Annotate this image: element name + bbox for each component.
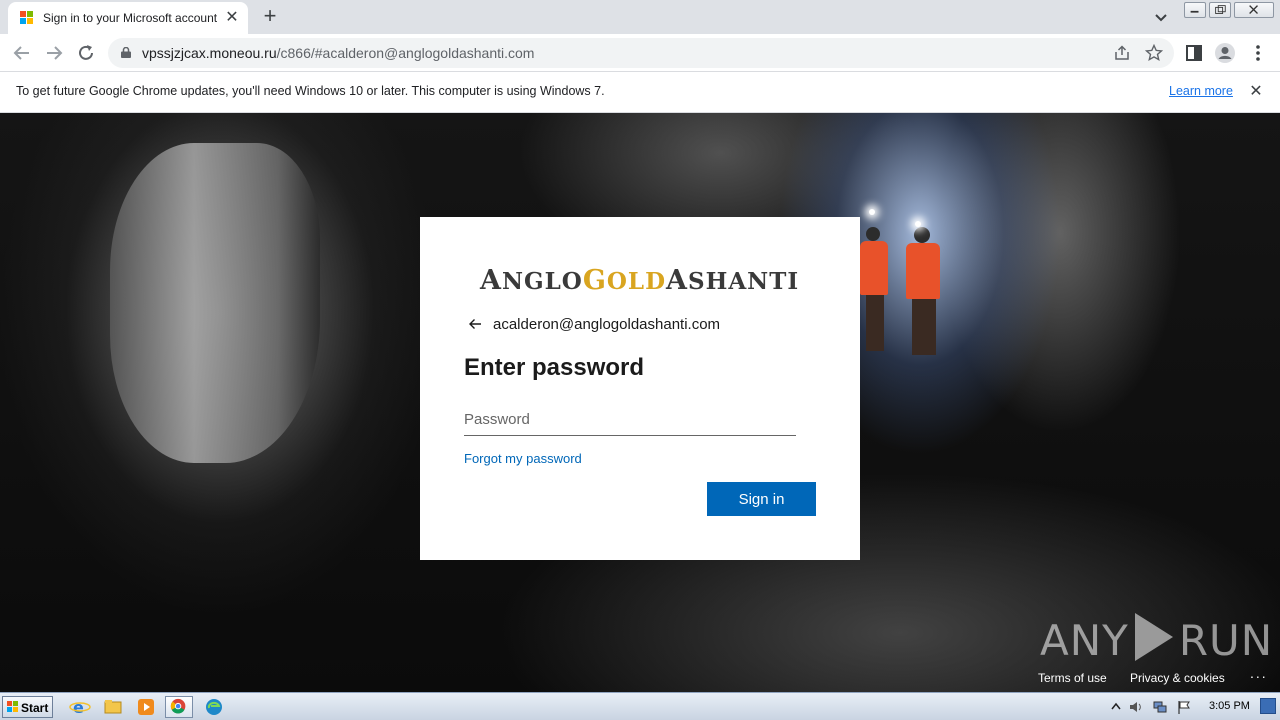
tab-strip: Sign in to your Microsoft account ✕ + xyxy=(0,0,1280,34)
play-triangle-icon xyxy=(1134,613,1173,661)
start-label: Start xyxy=(21,701,49,715)
windows-logo-icon xyxy=(7,701,19,713)
address-bar[interactable]: vpssjzjcax.moneou.ru/c866/#acalderon@ang… xyxy=(108,38,1174,68)
infobar-message: To get future Google Chrome updates, you… xyxy=(16,84,605,98)
microsoft-logo-icon xyxy=(20,11,34,25)
back-icon[interactable] xyxy=(10,41,34,65)
tab-search-icon[interactable] xyxy=(1150,6,1172,28)
privacy-cookies-link[interactable]: Privacy & cookies xyxy=(1130,671,1225,685)
terms-of-use-link[interactable]: Terms of use xyxy=(1038,671,1107,685)
network-icon[interactable] xyxy=(1152,699,1168,715)
page-title: Enter password xyxy=(464,354,645,381)
more-options-button[interactable]: ... xyxy=(1250,665,1268,681)
side-panel-icon[interactable] xyxy=(1183,42,1205,64)
tab-title: Sign in to your Microsoft account xyxy=(43,11,218,25)
miner-figure xyxy=(858,209,898,363)
sign-in-button[interactable]: Sign in xyxy=(707,482,816,516)
share-icon[interactable] xyxy=(1113,44,1131,62)
forward-icon[interactable] xyxy=(42,41,66,65)
volume-icon[interactable] xyxy=(1128,699,1144,715)
update-infobar: To get future Google Chrome updates, you… xyxy=(0,72,1280,113)
window-close-button[interactable] xyxy=(1234,2,1274,18)
account-identity: acalderon@anglogoldashanti.com xyxy=(493,316,721,333)
chrome-icon[interactable] xyxy=(165,696,193,718)
edge-icon[interactable] xyxy=(200,696,228,718)
learn-more-link[interactable]: Learn more xyxy=(1169,84,1233,98)
svg-text:e: e xyxy=(73,698,84,717)
file-explorer-icon[interactable] xyxy=(99,696,127,718)
miner-figure xyxy=(900,213,960,363)
anyrun-watermark: ANY RUN xyxy=(1040,613,1273,665)
password-field[interactable] xyxy=(464,404,796,436)
start-button[interactable]: Start xyxy=(2,696,53,718)
url-path: /c866/#acalderon@anglogoldashanti.com xyxy=(276,45,535,61)
action-center-flag-icon[interactable] xyxy=(1176,699,1192,715)
new-tab-button[interactable]: + xyxy=(258,4,282,28)
back-arrow-icon[interactable] xyxy=(466,315,484,333)
bookmark-star-icon[interactable] xyxy=(1145,44,1163,62)
reload-icon[interactable] xyxy=(74,41,98,65)
page-background: ANGLOGOLDASHANTI acalderon@anglogoldasha… xyxy=(0,113,1280,692)
restore-button[interactable] xyxy=(1209,2,1231,18)
tab-close-icon[interactable]: ✕ xyxy=(222,8,242,28)
login-card: ANGLOGOLDASHANTI acalderon@anglogoldasha… xyxy=(420,217,860,560)
infobar-close-icon[interactable]: ✕ xyxy=(1246,82,1266,102)
menu-icon[interactable] xyxy=(1247,42,1269,64)
url-text[interactable]: vpssjzjcax.moneou.ru/c866/#acalderon@ang… xyxy=(142,45,534,61)
rock-wall-image xyxy=(110,143,320,463)
profile-icon[interactable] xyxy=(1214,42,1236,64)
browser-toolbar: vpssjzjcax.moneou.ru/c866/#acalderon@ang… xyxy=(0,34,1280,72)
media-player-icon[interactable] xyxy=(132,696,160,718)
forgot-password-link[interactable]: Forgot my password xyxy=(464,451,582,466)
windows-taskbar: Start e 3:05 PM xyxy=(0,692,1280,720)
lock-icon[interactable] xyxy=(121,47,131,58)
minimize-button[interactable] xyxy=(1184,2,1206,18)
show-hidden-icons-icon[interactable] xyxy=(1108,699,1124,715)
url-host: vpssjzjcax.moneou.ru xyxy=(142,45,277,61)
show-desktop-button[interactable] xyxy=(1260,698,1276,714)
internet-explorer-icon[interactable]: e xyxy=(66,696,94,718)
system-clock[interactable]: 3:05 PM xyxy=(1209,700,1250,712)
anglogoldashanti-logo: ANGLOGOLDASHANTI xyxy=(480,265,800,296)
browser-tab[interactable]: Sign in to your Microsoft account ✕ xyxy=(8,2,248,34)
